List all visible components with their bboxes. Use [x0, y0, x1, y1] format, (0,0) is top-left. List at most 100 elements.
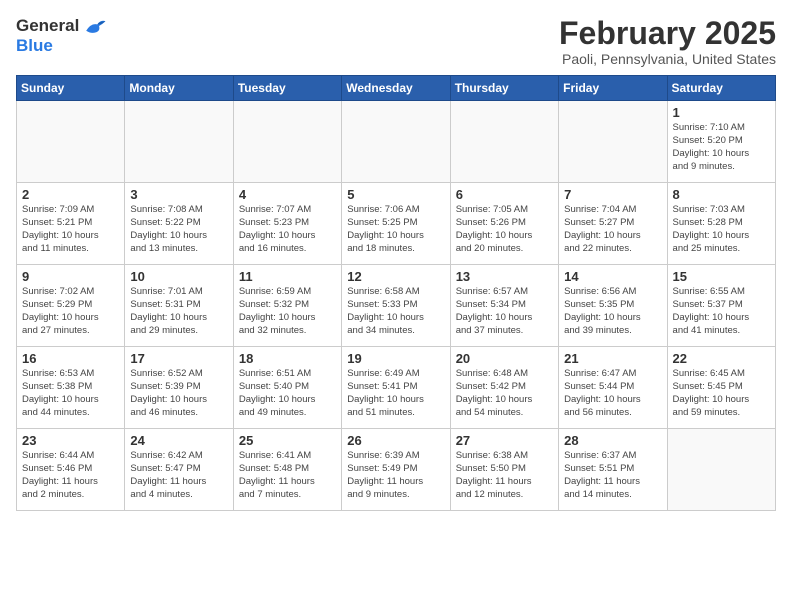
- day-number: 23: [22, 433, 119, 448]
- day-number: 6: [456, 187, 553, 202]
- day-info: Sunrise: 7:05 AM Sunset: 5:26 PM Dayligh…: [456, 204, 553, 255]
- calendar-cell-3-4: 12 Sunrise: 6:58 AM Sunset: 5:33 PM Dayli…: [342, 265, 450, 347]
- day-number: 21: [564, 351, 661, 366]
- calendar-week-2: 2 Sunrise: 7:09 AM Sunset: 5:21 PM Daylig…: [17, 183, 776, 265]
- weekday-header-saturday: Saturday: [667, 76, 775, 101]
- day-info: Sunrise: 6:41 AM Sunset: 5:48 PM Dayligh…: [239, 450, 336, 501]
- weekday-header-row: SundayMondayTuesdayWednesdayThursdayFrid…: [17, 76, 776, 101]
- day-number: 22: [673, 351, 770, 366]
- day-number: 5: [347, 187, 444, 202]
- calendar-cell-3-7: 15 Sunrise: 6:55 AM Sunset: 5:37 PM Dayli…: [667, 265, 775, 347]
- day-number: 3: [130, 187, 227, 202]
- day-number: 20: [456, 351, 553, 366]
- day-info: Sunrise: 7:07 AM Sunset: 5:23 PM Dayligh…: [239, 204, 336, 255]
- calendar-cell-3-5: 13 Sunrise: 6:57 AM Sunset: 5:34 PM Dayli…: [450, 265, 558, 347]
- day-info: Sunrise: 6:38 AM Sunset: 5:50 PM Dayligh…: [456, 450, 553, 501]
- calendar-cell-5-3: 25 Sunrise: 6:41 AM Sunset: 5:48 PM Dayli…: [233, 429, 341, 511]
- day-info: Sunrise: 6:47 AM Sunset: 5:44 PM Dayligh…: [564, 368, 661, 419]
- calendar-cell-4-6: 21 Sunrise: 6:47 AM Sunset: 5:44 PM Dayli…: [559, 347, 667, 429]
- calendar-cell-2-1: 2 Sunrise: 7:09 AM Sunset: 5:21 PM Daylig…: [17, 183, 125, 265]
- logo-blue-text: Blue: [16, 36, 53, 56]
- day-info: Sunrise: 6:58 AM Sunset: 5:33 PM Dayligh…: [347, 286, 444, 337]
- calendar-cell-1-3: [233, 101, 341, 183]
- day-number: 17: [130, 351, 227, 366]
- calendar-cell-5-2: 24 Sunrise: 6:42 AM Sunset: 5:47 PM Dayli…: [125, 429, 233, 511]
- calendar-cell-1-5: [450, 101, 558, 183]
- calendar-week-4: 16 Sunrise: 6:53 AM Sunset: 5:38 PM Dayli…: [17, 347, 776, 429]
- day-info: Sunrise: 6:53 AM Sunset: 5:38 PM Dayligh…: [22, 368, 119, 419]
- day-number: 12: [347, 269, 444, 284]
- calendar-cell-3-3: 11Sunrise: 6:59 AM Sunset: 5:32 PM Dayli…: [233, 265, 341, 347]
- calendar-cell-4-5: 20 Sunrise: 6:48 AM Sunset: 5:42 PM Dayli…: [450, 347, 558, 429]
- day-info: Sunrise: 6:37 AM Sunset: 5:51 PM Dayligh…: [564, 450, 661, 501]
- calendar-cell-5-6: 28 Sunrise: 6:37 AM Sunset: 5:51 PM Dayli…: [559, 429, 667, 511]
- calendar-cell-1-7: 1Sunrise: 7:10 AM Sunset: 5:20 PM Daylig…: [667, 101, 775, 183]
- day-info: Sunrise: 6:59 AM Sunset: 5:32 PM Dayligh…: [239, 286, 336, 337]
- calendar-cell-4-3: 18Sunrise: 6:51 AM Sunset: 5:40 PM Dayli…: [233, 347, 341, 429]
- calendar-cell-4-7: 22 Sunrise: 6:45 AM Sunset: 5:45 PM Dayli…: [667, 347, 775, 429]
- calendar-cell-2-3: 4Sunrise: 7:07 AM Sunset: 5:23 PM Daylig…: [233, 183, 341, 265]
- calendar-cell-3-1: 9 Sunrise: 7:02 AM Sunset: 5:29 PM Daylig…: [17, 265, 125, 347]
- day-number: 25: [239, 433, 336, 448]
- day-info: Sunrise: 7:01 AM Sunset: 5:31 PM Dayligh…: [130, 286, 227, 337]
- day-number: 26: [347, 433, 444, 448]
- day-info: Sunrise: 7:04 AM Sunset: 5:27 PM Dayligh…: [564, 204, 661, 255]
- calendar-table: SundayMondayTuesdayWednesdayThursdayFrid…: [16, 75, 776, 511]
- day-number: 19: [347, 351, 444, 366]
- month-title: February 2025: [559, 16, 776, 51]
- day-number: 14: [564, 269, 661, 284]
- calendar-cell-3-2: 10 Sunrise: 7:01 AM Sunset: 5:31 PM Dayli…: [125, 265, 233, 347]
- day-info: Sunrise: 7:02 AM Sunset: 5:29 PM Dayligh…: [22, 286, 119, 337]
- day-number: 15: [673, 269, 770, 284]
- day-info: Sunrise: 6:52 AM Sunset: 5:39 PM Dayligh…: [130, 368, 227, 419]
- day-info: Sunrise: 6:42 AM Sunset: 5:47 PM Dayligh…: [130, 450, 227, 501]
- day-number: 8: [673, 187, 770, 202]
- calendar-cell-4-1: 16 Sunrise: 6:53 AM Sunset: 5:38 PM Dayli…: [17, 347, 125, 429]
- weekday-header-wednesday: Wednesday: [342, 76, 450, 101]
- day-info: Sunrise: 7:10 AM Sunset: 5:20 PM Dayligh…: [673, 122, 770, 173]
- day-number: 7: [564, 187, 661, 202]
- calendar-cell-2-4: 5 Sunrise: 7:06 AM Sunset: 5:25 PM Daylig…: [342, 183, 450, 265]
- logo-bird-icon: [83, 16, 107, 36]
- day-number: 9: [22, 269, 119, 284]
- calendar-week-5: 23Sunrise: 6:44 AM Sunset: 5:46 PM Dayli…: [17, 429, 776, 511]
- weekday-header-thursday: Thursday: [450, 76, 558, 101]
- day-number: 13: [456, 269, 553, 284]
- day-info: Sunrise: 6:56 AM Sunset: 5:35 PM Dayligh…: [564, 286, 661, 337]
- weekday-header-sunday: Sunday: [17, 76, 125, 101]
- weekday-header-monday: Monday: [125, 76, 233, 101]
- day-number: 28: [564, 433, 661, 448]
- calendar-cell-4-2: 17 Sunrise: 6:52 AM Sunset: 5:39 PM Dayli…: [125, 347, 233, 429]
- calendar-cell-1-4: [342, 101, 450, 183]
- calendar-cell-5-5: 27 Sunrise: 6:38 AM Sunset: 5:50 PM Dayli…: [450, 429, 558, 511]
- day-info: Sunrise: 6:39 AM Sunset: 5:49 PM Dayligh…: [347, 450, 444, 501]
- day-info: Sunrise: 7:09 AM Sunset: 5:21 PM Dayligh…: [22, 204, 119, 255]
- calendar-cell-1-6: [559, 101, 667, 183]
- day-info: Sunrise: 7:03 AM Sunset: 5:28 PM Dayligh…: [673, 204, 770, 255]
- title-area: February 2025 Paoli, Pennsylvania, Unite…: [559, 16, 776, 67]
- calendar-cell-2-5: 6 Sunrise: 7:05 AM Sunset: 5:26 PM Daylig…: [450, 183, 558, 265]
- calendar-cell-5-1: 23Sunrise: 6:44 AM Sunset: 5:46 PM Dayli…: [17, 429, 125, 511]
- calendar-cell-3-6: 14 Sunrise: 6:56 AM Sunset: 5:35 PM Dayli…: [559, 265, 667, 347]
- day-number: 2: [22, 187, 119, 202]
- weekday-header-tuesday: Tuesday: [233, 76, 341, 101]
- day-number: 27: [456, 433, 553, 448]
- day-info: Sunrise: 6:49 AM Sunset: 5:41 PM Dayligh…: [347, 368, 444, 419]
- day-number: 24: [130, 433, 227, 448]
- calendar-cell-1-1: [17, 101, 125, 183]
- calendar-week-3: 9 Sunrise: 7:02 AM Sunset: 5:29 PM Daylig…: [17, 265, 776, 347]
- calendar-cell-5-7: [667, 429, 775, 511]
- page-header: General Blue February 2025 Paoli, Pennsy…: [16, 16, 776, 67]
- day-info: Sunrise: 6:45 AM Sunset: 5:45 PM Dayligh…: [673, 368, 770, 419]
- day-info: Sunrise: 6:51 AM Sunset: 5:40 PM Dayligh…: [239, 368, 336, 419]
- day-info: Sunrise: 6:55 AM Sunset: 5:37 PM Dayligh…: [673, 286, 770, 337]
- day-info: Sunrise: 7:06 AM Sunset: 5:25 PM Dayligh…: [347, 204, 444, 255]
- day-info: Sunrise: 6:57 AM Sunset: 5:34 PM Dayligh…: [456, 286, 553, 337]
- day-info: Sunrise: 6:48 AM Sunset: 5:42 PM Dayligh…: [456, 368, 553, 419]
- calendar-cell-2-2: 3Sunrise: 7:08 AM Sunset: 5:22 PM Daylig…: [125, 183, 233, 265]
- calendar-cell-1-2: [125, 101, 233, 183]
- weekday-header-friday: Friday: [559, 76, 667, 101]
- day-number: 16: [22, 351, 119, 366]
- day-number: 10: [130, 269, 227, 284]
- calendar-cell-5-4: 26 Sunrise: 6:39 AM Sunset: 5:49 PM Dayli…: [342, 429, 450, 511]
